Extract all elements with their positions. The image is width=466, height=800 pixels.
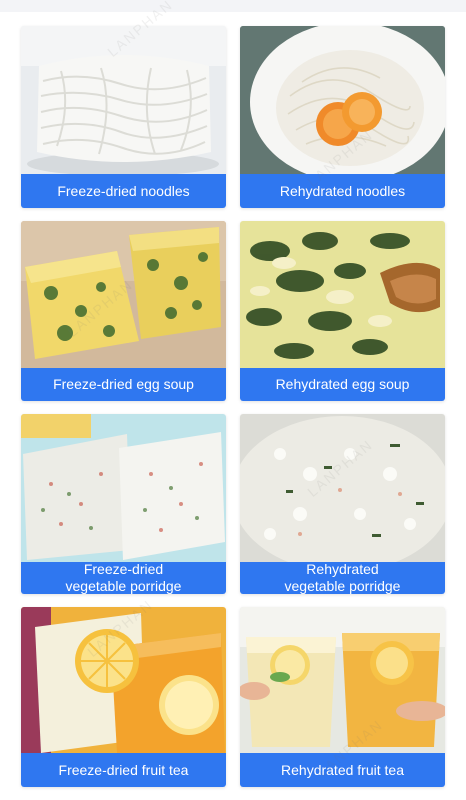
- rehydrated-porridge-photo: [240, 414, 445, 562]
- card-caption: Rehydrated noodles: [240, 174, 445, 208]
- freeze-dried-porridge-photo: [21, 414, 226, 562]
- card-freeze-dried-porridge: Freeze-dried vegetable porridge: [21, 414, 226, 594]
- card-caption: Rehydrated fruit tea: [240, 753, 445, 787]
- card-rehydrated-noodles: Rehydrated noodles: [240, 26, 445, 208]
- caption-line: Rehydrated noodles: [279, 182, 406, 199]
- card-caption: Freeze-dried vegetable porridge: [21, 561, 226, 594]
- caption-line: Rehydrated egg soup: [275, 376, 410, 392]
- caption-line: vegetable porridge: [65, 578, 182, 594]
- card-caption: Freeze-dried noodles: [21, 174, 226, 208]
- rehydrated-noodles-photo: [240, 26, 445, 174]
- card-rehydrated-egg-soup: Rehydrated egg soup: [240, 221, 445, 401]
- freeze-dried-fruit-tea-photo: [21, 607, 226, 753]
- caption-line: Freeze-dried noodles: [57, 182, 190, 199]
- caption-line: Freeze-dried egg soup: [53, 376, 194, 392]
- card-caption: Freeze-dried fruit tea: [21, 753, 226, 787]
- card-rehydrated-porridge: Rehydrated vegetable porridge: [240, 414, 445, 594]
- caption-line: Freeze-dried: [83, 561, 164, 577]
- card-caption: Rehydrated egg soup: [240, 368, 445, 401]
- caption-line: Rehydrated: [306, 561, 379, 577]
- rehydrated-egg-soup-photo: [240, 221, 445, 368]
- card-freeze-dried-fruit-tea: Freeze-dried fruit tea: [21, 607, 226, 787]
- card-freeze-dried-noodles: Freeze-dried noodles: [21, 26, 226, 208]
- caption-line: vegetable porridge: [284, 578, 401, 594]
- card-caption: Freeze-dried egg soup: [21, 368, 226, 401]
- caption-line: Rehydrated fruit tea: [281, 761, 404, 778]
- freeze-dried-noodles-photo: [21, 26, 226, 174]
- caption-line: Freeze-dried fruit tea: [58, 761, 189, 778]
- freeze-dried-egg-soup-photo: [21, 221, 226, 368]
- rehydrated-fruit-tea-photo: [240, 607, 445, 753]
- card-freeze-dried-egg-soup: Freeze-dried egg soup: [21, 221, 226, 401]
- card-caption: Rehydrated vegetable porridge: [240, 561, 445, 594]
- top-band: [0, 0, 466, 12]
- card-rehydrated-fruit-tea: Rehydrated fruit tea: [240, 607, 445, 787]
